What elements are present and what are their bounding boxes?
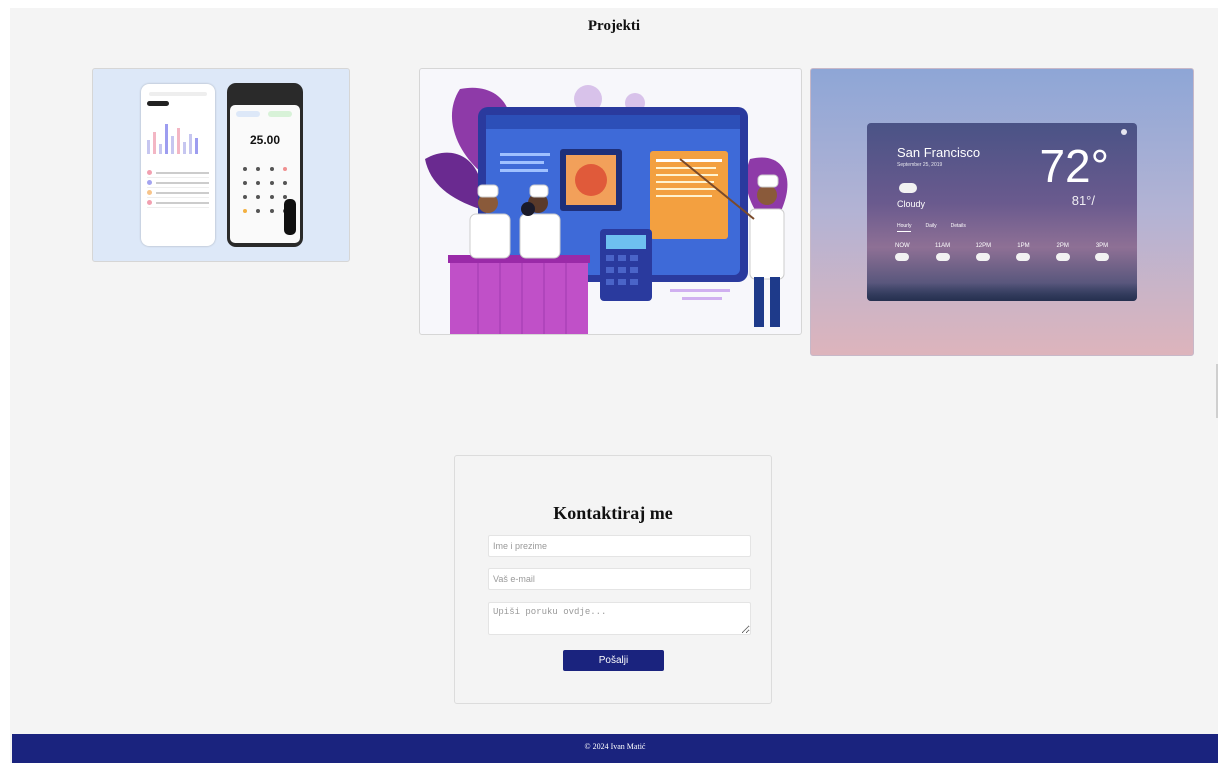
weather-date: September 25, 2019 <box>897 162 943 168</box>
hour-label: 3PM <box>1095 243 1109 249</box>
phone-mockup-right: 25.00 <box>227 83 303 247</box>
projects-title: Projekti <box>587 18 641 34</box>
weather-city: San Francisco <box>897 145 981 160</box>
settings-icon <box>1121 129 1127 135</box>
amount-display: 25.00 <box>249 133 281 147</box>
hourly-forecast: NOW 11AM 12PM 1PM 2PM 3PM <box>893 243 1109 261</box>
phone-mockup-left <box>141 84 215 246</box>
footer-copyright: © 2024 Ivan Matić <box>584 742 646 751</box>
project-card-restaurant[interactable] <box>419 68 802 335</box>
skyline-silhouette <box>867 283 1137 301</box>
message-textarea[interactable] <box>488 602 751 635</box>
slider-illustration <box>284 199 296 235</box>
contact-form: Kontaktiraj me Pošalji <box>454 455 772 704</box>
footer: © 2024 Ivan Matić <box>12 734 1218 763</box>
weather-widget: San Francisco September 25, 2019 72° 81°… <box>867 123 1137 301</box>
bar-graph-illustration <box>147 114 209 154</box>
partly-cloudy-icon <box>933 249 950 261</box>
chefs-illustration <box>425 85 788 334</box>
cloud-icon <box>1095 253 1109 261</box>
cloud-icon <box>976 253 991 261</box>
contact-title: Kontaktiraj me <box>553 503 673 523</box>
partly-cloudy-icon <box>893 249 910 261</box>
page: Projekti 25.00 San Francisco September 2… <box>10 8 1218 763</box>
partly-cloudy-icon <box>1053 249 1070 261</box>
project-card-weather[interactable]: San Francisco September 25, 2019 72° 81°… <box>810 68 1194 356</box>
name-input[interactable] <box>488 535 751 557</box>
hour-label: 12PM <box>975 243 992 249</box>
send-button[interactable]: Pošalji <box>563 650 664 671</box>
partly-cloudy-icon <box>1014 249 1031 261</box>
weather-condition: Cloudy <box>897 199 926 209</box>
hour-label: NOW <box>895 243 910 249</box>
weather-hi-lo: 81°/ <box>1071 193 1095 208</box>
weather-tabs: Hourly Daily Details <box>897 223 966 232</box>
email-input[interactable] <box>488 568 751 590</box>
hour-label: 2PM <box>1056 243 1069 249</box>
hour-label: 1PM <box>1017 243 1030 249</box>
project-card-finance[interactable]: 25.00 <box>92 68 350 262</box>
tab-hourly: Hourly <box>897 223 912 232</box>
tab-daily: Daily <box>925 223 937 229</box>
tab-details: Details <box>950 223 966 229</box>
hour-label: 11AM <box>934 243 951 249</box>
weather-temperature: 72° <box>1039 140 1109 192</box>
partly-cloudy-icon <box>897 179 917 193</box>
transaction-list-illustration <box>147 168 209 208</box>
